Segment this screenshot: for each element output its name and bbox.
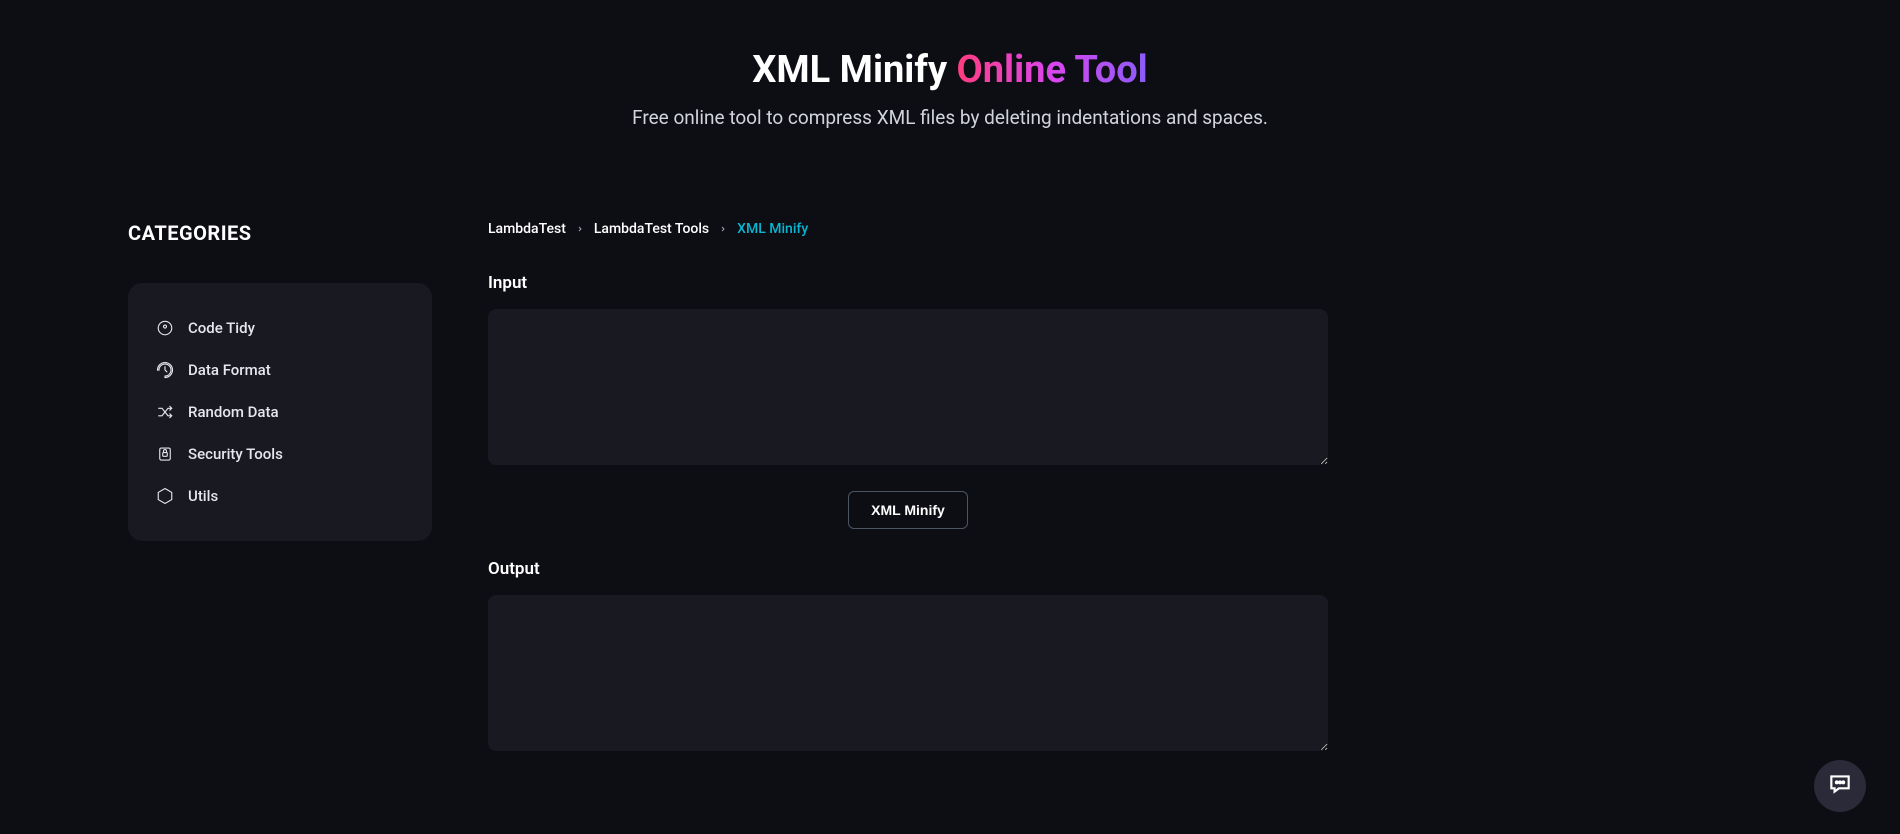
breadcrumb-current: XML Minify <box>737 221 808 237</box>
random-data-icon <box>156 403 174 421</box>
utils-icon <box>156 487 174 505</box>
chat-button[interactable] <box>1814 760 1866 812</box>
sidebar-item-label: Random Data <box>188 403 279 421</box>
page-title-main: XML Minify <box>752 48 956 92</box>
page-title: XML Minify Online Tool <box>0 48 1900 92</box>
page-title-accent: Online Tool <box>957 48 1148 92</box>
chevron-right-icon <box>576 225 584 233</box>
breadcrumb: LambdaTest LambdaTest Tools XML Minify <box>488 221 1328 237</box>
main-content: LambdaTest LambdaTest Tools XML Minify I… <box>488 221 1328 755</box>
sidebar-item-utils[interactable]: Utils <box>156 475 404 517</box>
data-format-icon <box>156 361 174 379</box>
page-subtitle: Free online tool to compress XML files b… <box>0 106 1900 129</box>
sidebar-item-random-data[interactable]: Random Data <box>156 391 404 433</box>
sidebar-item-data-format[interactable]: Data Format <box>156 349 404 391</box>
output-textarea[interactable] <box>488 595 1328 751</box>
sidebar-item-code-tidy[interactable]: Code Tidy <box>156 307 404 349</box>
security-tools-icon <box>156 445 174 463</box>
sidebar-heading: CATEGORIES <box>128 221 432 245</box>
chevron-right-icon <box>719 225 727 233</box>
sidebar-item-label: Security Tools <box>188 445 283 463</box>
hero-section: XML Minify Online Tool Free online tool … <box>0 0 1900 161</box>
input-label: Input <box>488 273 1328 293</box>
sidebar-card: Code Tidy Data Format Random Data Securi… <box>128 283 432 541</box>
code-tidy-icon <box>156 319 174 337</box>
breadcrumb-link-home[interactable]: LambdaTest <box>488 221 566 237</box>
minify-button[interactable]: XML Minify <box>848 491 968 529</box>
input-textarea[interactable] <box>488 309 1328 465</box>
sidebar-item-label: Data Format <box>188 361 271 379</box>
sidebar-item-label: Utils <box>188 487 218 505</box>
sidebar-item-label: Code Tidy <box>188 319 255 337</box>
output-label: Output <box>488 559 1328 579</box>
breadcrumb-link-tools[interactable]: LambdaTest Tools <box>594 221 709 237</box>
sidebar: CATEGORIES Code Tidy Data Format Random … <box>128 221 432 755</box>
sidebar-item-security-tools[interactable]: Security Tools <box>156 433 404 475</box>
chat-icon <box>1827 771 1853 801</box>
